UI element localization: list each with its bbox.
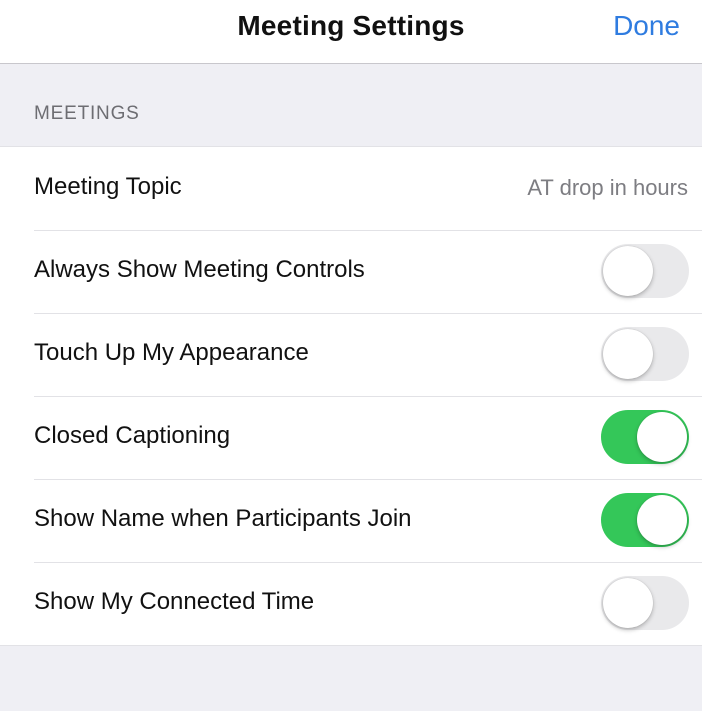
- show-name-when-participants-join-label: Show Name when Participants Join: [34, 505, 412, 532]
- touch-up-my-appearance-toggle[interactable]: [601, 327, 689, 381]
- toggle-knob: [603, 246, 653, 296]
- show-my-connected-time-toggle[interactable]: [601, 576, 689, 630]
- toggle-knob: [603, 578, 653, 628]
- done-button[interactable]: Done: [613, 10, 680, 42]
- navigation-bar: Meeting Settings Done: [0, 0, 702, 64]
- section-header-meetings: MEETINGS: [34, 103, 140, 124]
- toggle-knob: [637, 412, 687, 462]
- show-my-connected-time-row: Show My Connected Time: [0, 562, 702, 645]
- touch-up-my-appearance-label: Touch Up My Appearance: [34, 339, 309, 366]
- closed-captioning-toggle[interactable]: [601, 410, 689, 464]
- settings-group: Meeting Topic AT drop in hours Always Sh…: [0, 146, 702, 646]
- show-my-connected-time-label: Show My Connected Time: [34, 588, 315, 615]
- always-show-meeting-controls-toggle[interactable]: [601, 244, 689, 298]
- meeting-topic-label: Meeting Topic: [34, 173, 182, 200]
- always-show-meeting-controls-row: Always Show Meeting Controls: [0, 230, 702, 313]
- meeting-topic-value: AT drop in hours: [527, 175, 688, 200]
- always-show-meeting-controls-label: Always Show Meeting Controls: [34, 256, 365, 283]
- closed-captioning-label: Closed Captioning: [34, 422, 231, 449]
- show-name-when-participants-join-row: Show Name when Participants Join: [0, 479, 702, 562]
- toggle-knob: [637, 495, 687, 545]
- toggle-knob: [603, 329, 653, 379]
- closed-captioning-row: Closed Captioning: [0, 396, 702, 479]
- touch-up-my-appearance-row: Touch Up My Appearance: [0, 313, 702, 396]
- meeting-topic-row[interactable]: Meeting Topic AT drop in hours: [0, 147, 702, 230]
- page-title: Meeting Settings: [237, 10, 465, 41]
- show-name-when-participants-join-toggle[interactable]: [601, 493, 689, 547]
